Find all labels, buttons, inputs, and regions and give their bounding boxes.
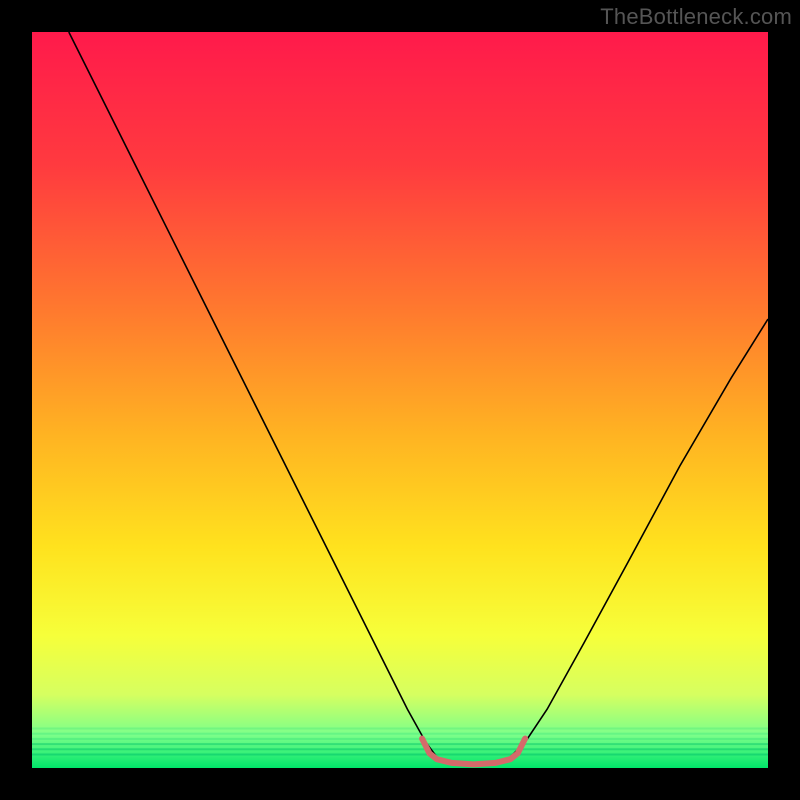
chart-frame: TheBottleneck.com xyxy=(0,0,800,800)
watermark-text: TheBottleneck.com xyxy=(600,4,792,30)
chart-svg xyxy=(32,32,768,768)
plot-area xyxy=(32,32,768,768)
gradient-bg xyxy=(32,32,768,768)
